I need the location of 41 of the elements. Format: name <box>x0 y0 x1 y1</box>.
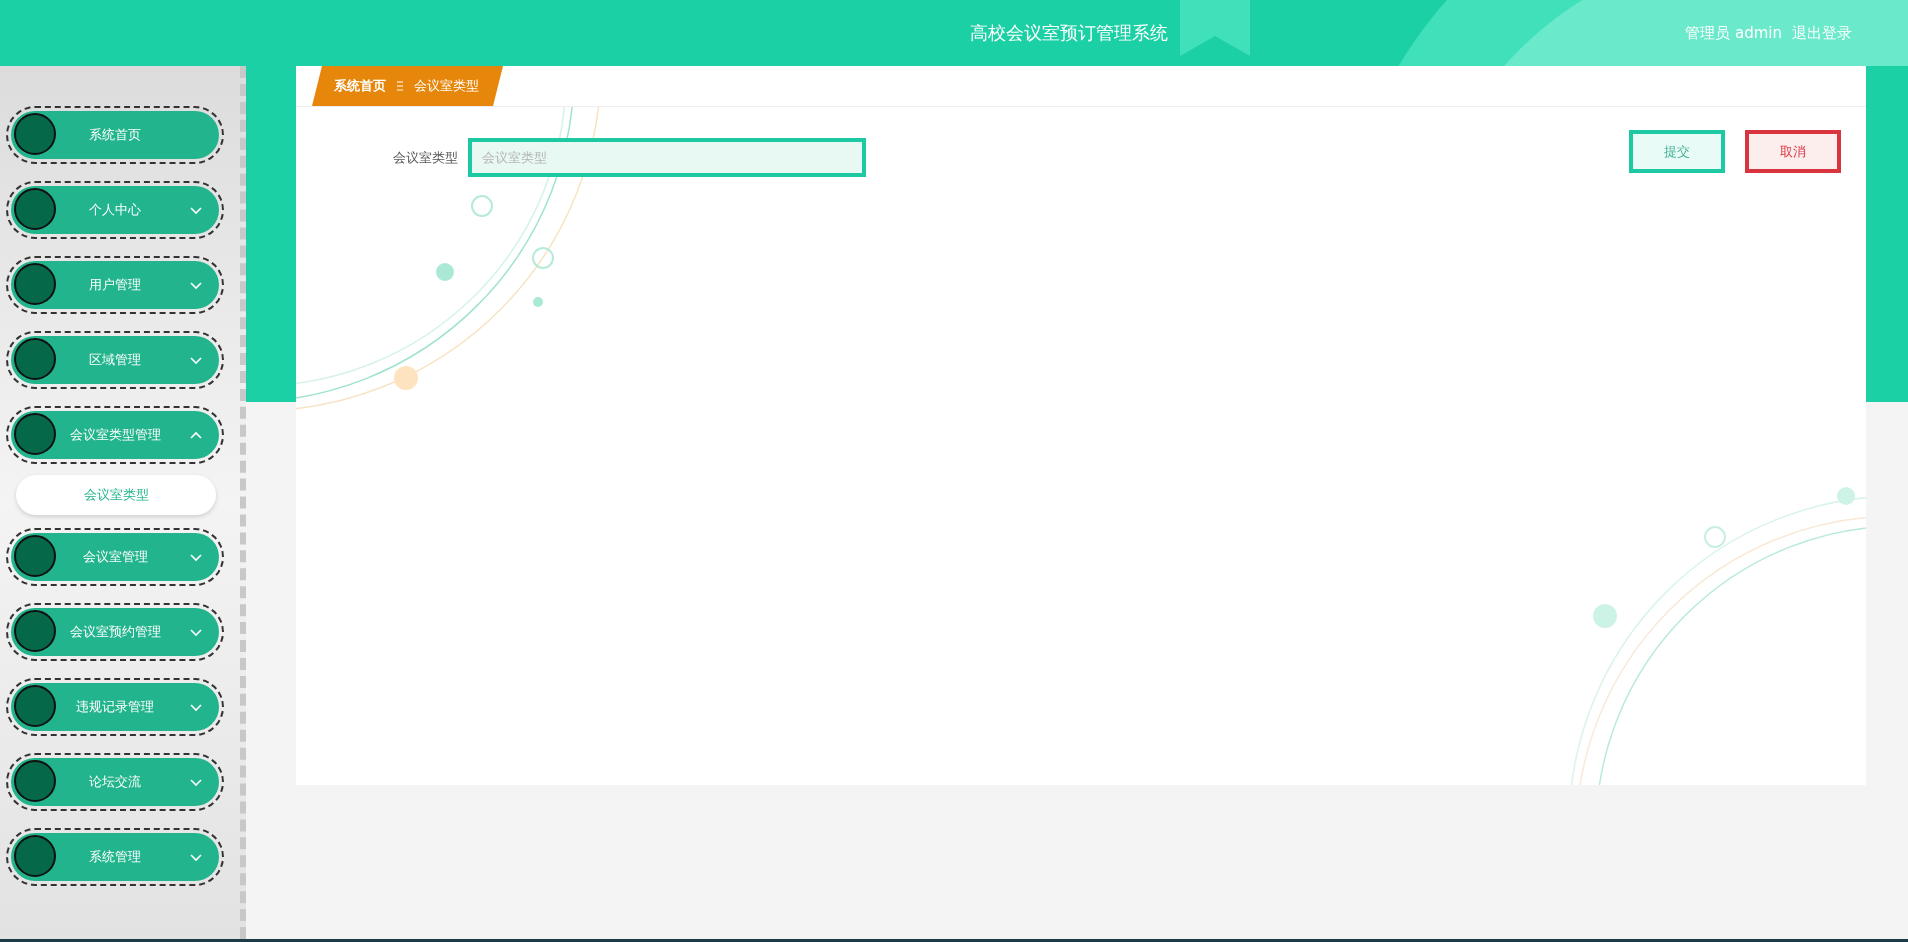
knob-icon <box>14 188 56 230</box>
knob-icon <box>14 835 56 877</box>
chevron-down-icon <box>189 777 203 787</box>
knob-icon <box>14 113 56 155</box>
sidebar-menu-item[interactable]: 系统首页 <box>6 106 224 164</box>
submit-button[interactable]: 提交 <box>1629 130 1725 173</box>
chevron-up-icon <box>189 430 203 440</box>
app-title: 高校会议室预订管理系统 <box>970 21 1168 45</box>
chevron-down-icon <box>189 205 203 215</box>
knob-icon <box>14 413 56 455</box>
input-field[interactable]: 会议室类型 <box>468 138 866 177</box>
sidebar-menu-item[interactable]: 论坛交流 <box>6 753 224 811</box>
breadcrumb-link[interactable]: 系统首页 <box>334 77 386 95</box>
knob-icon <box>14 685 56 727</box>
menu-icon <box>396 81 404 91</box>
user-label: 管理员 admin <box>1685 23 1782 43</box>
knob-icon <box>14 760 56 802</box>
chevron-down-icon <box>189 852 203 862</box>
knob-icon <box>14 263 56 305</box>
knob-icon <box>14 535 56 577</box>
sidebar-menu-item[interactable]: 系统管理 <box>6 828 224 886</box>
breadcrumb-current: 会议室类型 <box>414 77 479 95</box>
sidebar-menu-item[interactable]: 个人中心 <box>6 181 224 239</box>
chevron-down-icon <box>189 627 203 637</box>
sidebar-menu-item[interactable]: 违规记录管理 <box>6 678 224 736</box>
field-label: 会议室类型 <box>392 148 458 167</box>
sidebar-menu-item[interactable]: 用户管理 <box>6 256 224 314</box>
knob-icon <box>14 610 56 652</box>
cancel-button[interactable]: 取消 <box>1745 130 1841 173</box>
chevron-down-icon <box>189 702 203 712</box>
ribbon-icon <box>1180 0 1250 56</box>
sidebar-menu-item[interactable]: 区域管理 <box>6 331 224 389</box>
chevron-down-icon <box>189 552 203 562</box>
submenu-item[interactable]: 会议室类型 <box>16 475 216 515</box>
sidebar-menu-item[interactable]: 会议室预约管理 <box>6 603 224 661</box>
chevron-down-icon <box>189 355 203 365</box>
sidebar-menu-item[interactable]: 会议室管理 <box>6 528 224 586</box>
sidebar-menu-item[interactable]: 会议室类型管理 <box>6 406 224 464</box>
chevron-down-icon <box>189 280 203 290</box>
knob-icon <box>14 338 56 380</box>
logout-link[interactable]: 退出登录 <box>1792 23 1852 43</box>
